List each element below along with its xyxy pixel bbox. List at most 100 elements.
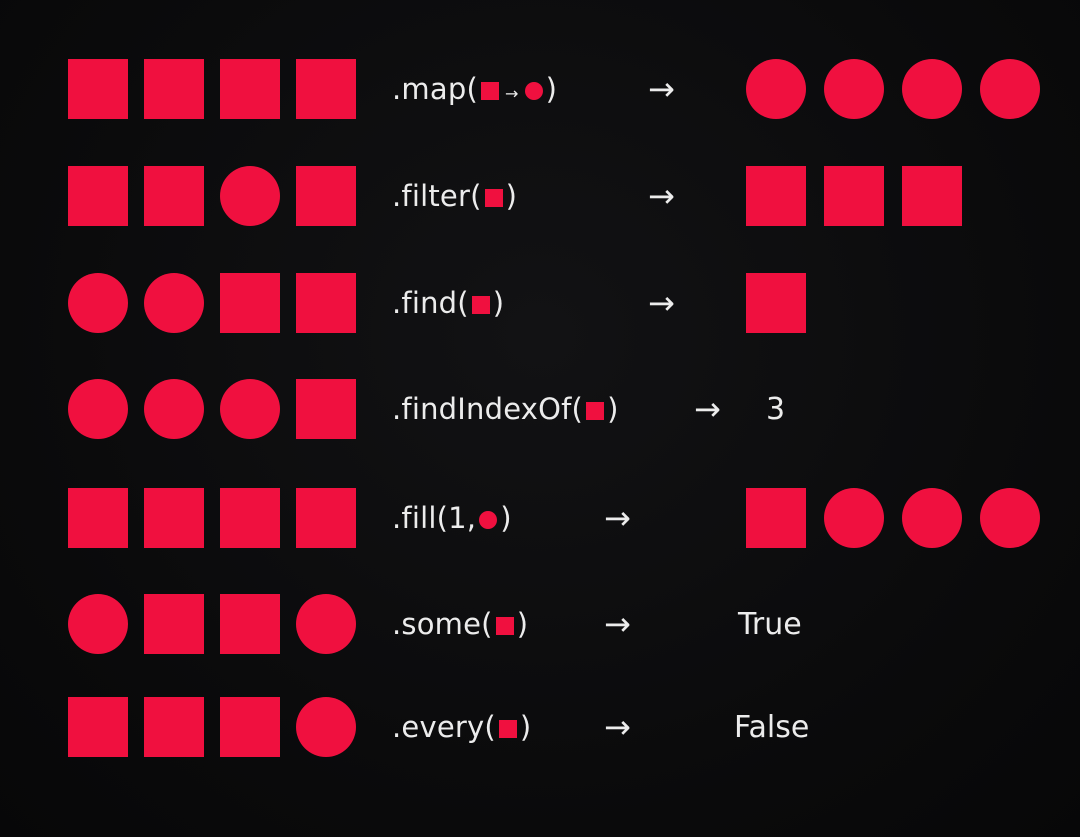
method-prefix: .findIndexOf(: [392, 392, 584, 426]
square-shape: [220, 697, 280, 757]
method-label: .findIndexOf( ): [392, 389, 619, 429]
square-shape: [144, 697, 204, 757]
input-array: [68, 488, 356, 548]
row-some: .some( ) → True: [0, 594, 1080, 654]
circle-shape: [902, 488, 962, 548]
square-shape: [68, 697, 128, 757]
circle-shape: [824, 488, 884, 548]
result-value: False: [734, 709, 810, 745]
circle-shape: [220, 379, 280, 439]
method-label: .find( ): [392, 283, 504, 323]
square-shape: [144, 488, 204, 548]
arrow-icon: →: [648, 284, 675, 322]
circle-shape: [144, 379, 204, 439]
arrow-icon: →: [604, 499, 631, 537]
output-array: [746, 273, 806, 333]
arrow-icon: →: [604, 708, 631, 746]
arrow-icon: →: [648, 177, 675, 215]
arrow-icon: →: [694, 390, 721, 428]
method-suffix: ): [516, 607, 529, 641]
row-every: .every( ) → False: [0, 697, 1080, 757]
row-map: .map( → ) →: [0, 59, 1080, 119]
input-array: [68, 59, 356, 119]
square-shape: [68, 59, 128, 119]
output-array: [746, 166, 962, 226]
square-shape: [220, 59, 280, 119]
method-label: .some( ): [392, 604, 528, 644]
method-suffix: ): [607, 392, 619, 426]
circle-shape: [824, 59, 884, 119]
circle-shape: [68, 273, 128, 333]
circle-shape: [902, 59, 962, 119]
method-label: .map( → ): [392, 69, 557, 109]
method-suffix: ): [545, 72, 558, 106]
square-shape: [220, 273, 280, 333]
square-shape: [144, 166, 204, 226]
arrow-icon: →: [604, 605, 631, 643]
square-shape: [296, 166, 356, 226]
result-value: True: [738, 606, 802, 642]
square-shape: [68, 488, 128, 548]
method-suffix: ): [505, 179, 518, 213]
square-shape: [220, 594, 280, 654]
mini-square-icon: [586, 402, 605, 420]
square-shape: [296, 273, 356, 333]
row-fill: .fill(1, ) →: [0, 488, 1080, 548]
row-findindexof: .findIndexOf( ) → 3: [0, 379, 1080, 439]
circle-shape: [296, 697, 356, 757]
output-array: [746, 59, 1040, 119]
result-value: 3: [766, 391, 786, 427]
square-shape: [746, 273, 806, 333]
mini-square-icon: [480, 82, 499, 100]
method-args: [496, 710, 520, 744]
circle-shape: [144, 273, 204, 333]
mini-square-icon: [495, 617, 514, 635]
method-prefix: .map(: [392, 72, 478, 106]
circle-shape: [746, 59, 806, 119]
method-label: .fill(1, ): [392, 498, 512, 538]
square-shape: [824, 166, 884, 226]
method-suffix: ): [492, 286, 505, 320]
circle-shape: [296, 594, 356, 654]
method-args: [583, 392, 607, 426]
square-shape: [144, 59, 204, 119]
input-array: [68, 166, 356, 226]
method-prefix: .some(: [392, 607, 493, 641]
method-suffix: ): [500, 501, 512, 535]
arrow-icon: →: [648, 70, 675, 108]
mini-square-icon: [484, 189, 503, 207]
row-filter: .filter( ) →: [0, 166, 1080, 226]
method-args: [469, 286, 493, 320]
mini-circle-icon: [524, 82, 543, 100]
method-label: .every( ): [392, 707, 531, 747]
input-array: [68, 594, 356, 654]
method-prefix: .fill(1,: [392, 501, 477, 535]
method-prefix: .every(: [392, 710, 496, 744]
method-args: [476, 501, 500, 535]
square-shape: [68, 166, 128, 226]
square-shape: [296, 59, 356, 119]
input-array: [68, 273, 356, 333]
mini-square-icon: [471, 296, 490, 314]
square-shape: [746, 488, 806, 548]
circle-shape: [68, 594, 128, 654]
square-shape: [746, 166, 806, 226]
method-args: [482, 179, 506, 213]
method-args: [493, 607, 517, 641]
square-shape: [296, 379, 356, 439]
array-methods-diagram: .map( → ) → .filter( ) → .find( ) → .fin…: [0, 0, 1080, 837]
circle-shape: [980, 59, 1040, 119]
method-prefix: .filter(: [392, 179, 482, 213]
mini-arrow-icon: →: [504, 84, 519, 103]
circle-shape: [68, 379, 128, 439]
circle-shape: [220, 166, 280, 226]
input-array: [68, 697, 356, 757]
input-array: [68, 379, 356, 439]
row-find: .find( ) →: [0, 273, 1080, 333]
output-array: [746, 488, 1040, 548]
square-shape: [144, 594, 204, 654]
method-prefix: .find(: [392, 286, 469, 320]
circle-shape: [980, 488, 1040, 548]
square-shape: [902, 166, 962, 226]
mini-circle-icon: [479, 511, 498, 529]
